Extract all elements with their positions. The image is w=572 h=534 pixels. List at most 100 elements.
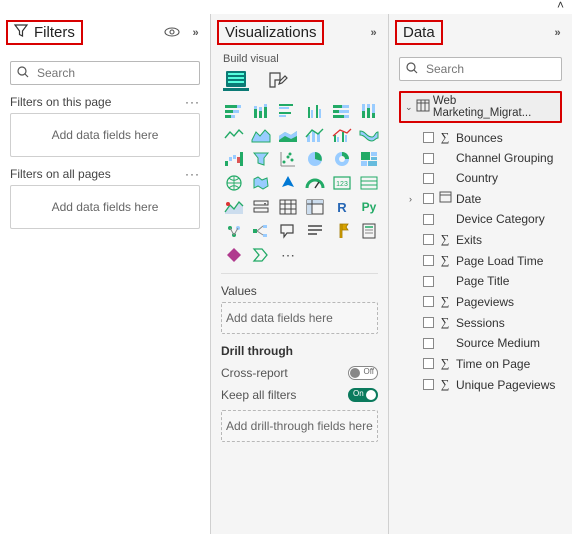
collapse-data-icon[interactable]: » (548, 27, 564, 39)
pie-chart-icon[interactable] (304, 149, 326, 169)
filters-pane: Filters » Filters on this page ··· Add d… (0, 14, 210, 534)
field-list: ∑Bounces Channel Grouping Country›DateDevi… (399, 127, 562, 395)
power-apps-icon[interactable] (223, 245, 245, 265)
table-icon[interactable] (277, 197, 299, 217)
get-more-visuals-icon[interactable]: ⋯ (277, 245, 299, 265)
stacked-bar-icon[interactable] (223, 101, 245, 121)
clustered-column-icon[interactable] (304, 101, 326, 121)
slicer-icon[interactable] (250, 197, 272, 217)
visualizations-pane: Visualizations » Build visual (210, 14, 388, 534)
field-name: Channel Grouping (456, 151, 553, 165)
matrix-icon[interactable] (304, 197, 326, 217)
python-visual-icon[interactable]: Py (358, 197, 380, 217)
sigma-icon: ∑ (440, 232, 450, 247)
field-item[interactable]: Country (399, 168, 562, 188)
values-title: Values (221, 284, 378, 298)
filters-all-drop[interactable]: Add data fields here (10, 185, 200, 229)
filters-search[interactable] (10, 61, 200, 85)
visualizations-title: Visualizations (225, 24, 316, 41)
filled-map-icon[interactable] (250, 173, 272, 193)
field-item[interactable]: ∑Page Load Time (399, 250, 562, 271)
funnel-icon[interactable] (250, 149, 272, 169)
qa-visual-icon[interactable] (277, 221, 299, 241)
build-mode-button[interactable] (223, 69, 249, 91)
field-item[interactable]: ›Date (399, 188, 562, 209)
data-search-input[interactable] (424, 61, 572, 77)
sigma-icon: ∑ (440, 294, 450, 309)
field-item[interactable]: Channel Grouping (399, 148, 562, 168)
field-item[interactable]: ∑Pageviews (399, 291, 562, 312)
field-checkbox[interactable] (423, 173, 434, 184)
field-item[interactable]: Source Medium (399, 333, 562, 353)
collapse-viz-icon[interactable]: » (364, 27, 380, 39)
keep-filters-toggle[interactable]: On (348, 388, 378, 402)
data-search[interactable] (399, 57, 562, 81)
page-collapse-strip[interactable]: ˄ (0, 0, 572, 14)
gauge-icon[interactable] (304, 173, 326, 193)
line-clustered-column-icon[interactable] (331, 125, 353, 145)
field-item[interactable]: ∑Sessions (399, 312, 562, 333)
map-icon[interactable] (223, 173, 245, 193)
data-title: Data (403, 24, 435, 41)
field-checkbox[interactable] (423, 317, 434, 328)
r-visual-icon[interactable]: R (331, 197, 353, 217)
ribbon-chart-icon[interactable] (358, 125, 380, 145)
search-icon (406, 62, 418, 77)
treemap-icon[interactable] (358, 149, 380, 169)
line-stacked-column-icon[interactable] (304, 125, 326, 145)
multi-row-card-icon[interactable] (358, 173, 380, 193)
stacked-column-icon[interactable] (250, 101, 272, 121)
clustered-bar-icon[interactable] (277, 101, 299, 121)
field-item[interactable]: ∑Bounces (399, 127, 562, 148)
waterfall-icon[interactable] (223, 149, 245, 169)
smart-narrative-icon[interactable] (304, 221, 326, 241)
decomposition-tree-icon[interactable] (250, 221, 272, 241)
values-drop[interactable]: Add data fields here (221, 302, 378, 334)
field-item[interactable]: ∑Unique Pageviews (399, 374, 562, 395)
table-node[interactable]: ⌄ Web Marketing_Migrat... (399, 91, 562, 123)
field-checkbox[interactable] (423, 234, 434, 245)
field-checkbox[interactable] (423, 379, 434, 390)
drillthrough-drop[interactable]: Add drill-through fields here (221, 410, 378, 442)
kpi-icon[interactable] (223, 197, 245, 217)
field-checkbox[interactable] (423, 276, 434, 287)
field-checkbox[interactable] (423, 338, 434, 349)
more-icon[interactable]: ··· (185, 167, 200, 181)
scatter-icon[interactable] (277, 149, 299, 169)
azure-map-icon[interactable] (277, 173, 299, 193)
stacked-area-icon[interactable] (277, 125, 299, 145)
format-mode-button[interactable] (265, 69, 291, 91)
chevron-down-icon: ⌄ (405, 102, 413, 113)
field-checkbox[interactable] (423, 296, 434, 307)
card-icon[interactable]: 123 (331, 173, 353, 193)
sigma-icon: ∑ (440, 377, 450, 392)
field-checkbox[interactable] (423, 193, 434, 204)
key-influencers-icon[interactable] (223, 221, 245, 241)
hundred-stacked-column-icon[interactable] (358, 101, 380, 121)
field-item[interactable]: ∑Exits (399, 229, 562, 250)
line-chart-icon[interactable] (223, 125, 245, 145)
field-checkbox[interactable] (423, 132, 434, 143)
field-checkbox[interactable] (423, 255, 434, 266)
field-item[interactable]: Page Title (399, 271, 562, 291)
field-name: Time on Page (456, 357, 530, 371)
field-item[interactable]: Device Category (399, 209, 562, 229)
donut-chart-icon[interactable] (331, 149, 353, 169)
filters-search-input[interactable] (35, 65, 194, 81)
more-icon[interactable]: ··· (185, 95, 200, 109)
field-item[interactable]: ∑Time on Page (399, 353, 562, 374)
area-chart-icon[interactable] (250, 125, 272, 145)
collapse-filters-icon[interactable]: » (186, 27, 202, 39)
data-pane: Data » ⌄ Web Marketing_Migrat... ∑Bounce… (388, 14, 572, 534)
cross-report-toggle[interactable]: Off (348, 366, 378, 380)
eye-icon[interactable] (164, 26, 180, 40)
field-checkbox[interactable] (423, 214, 434, 225)
goals-icon[interactable] (331, 221, 353, 241)
paginated-report-icon[interactable] (358, 221, 380, 241)
filters-page-drop[interactable]: Add data fields here (10, 113, 200, 157)
field-checkbox[interactable] (423, 153, 434, 164)
hundred-stacked-bar-icon[interactable] (331, 101, 353, 121)
power-automate-icon[interactable] (250, 245, 272, 265)
field-name: Page Title (456, 274, 509, 288)
field-checkbox[interactable] (423, 358, 434, 369)
